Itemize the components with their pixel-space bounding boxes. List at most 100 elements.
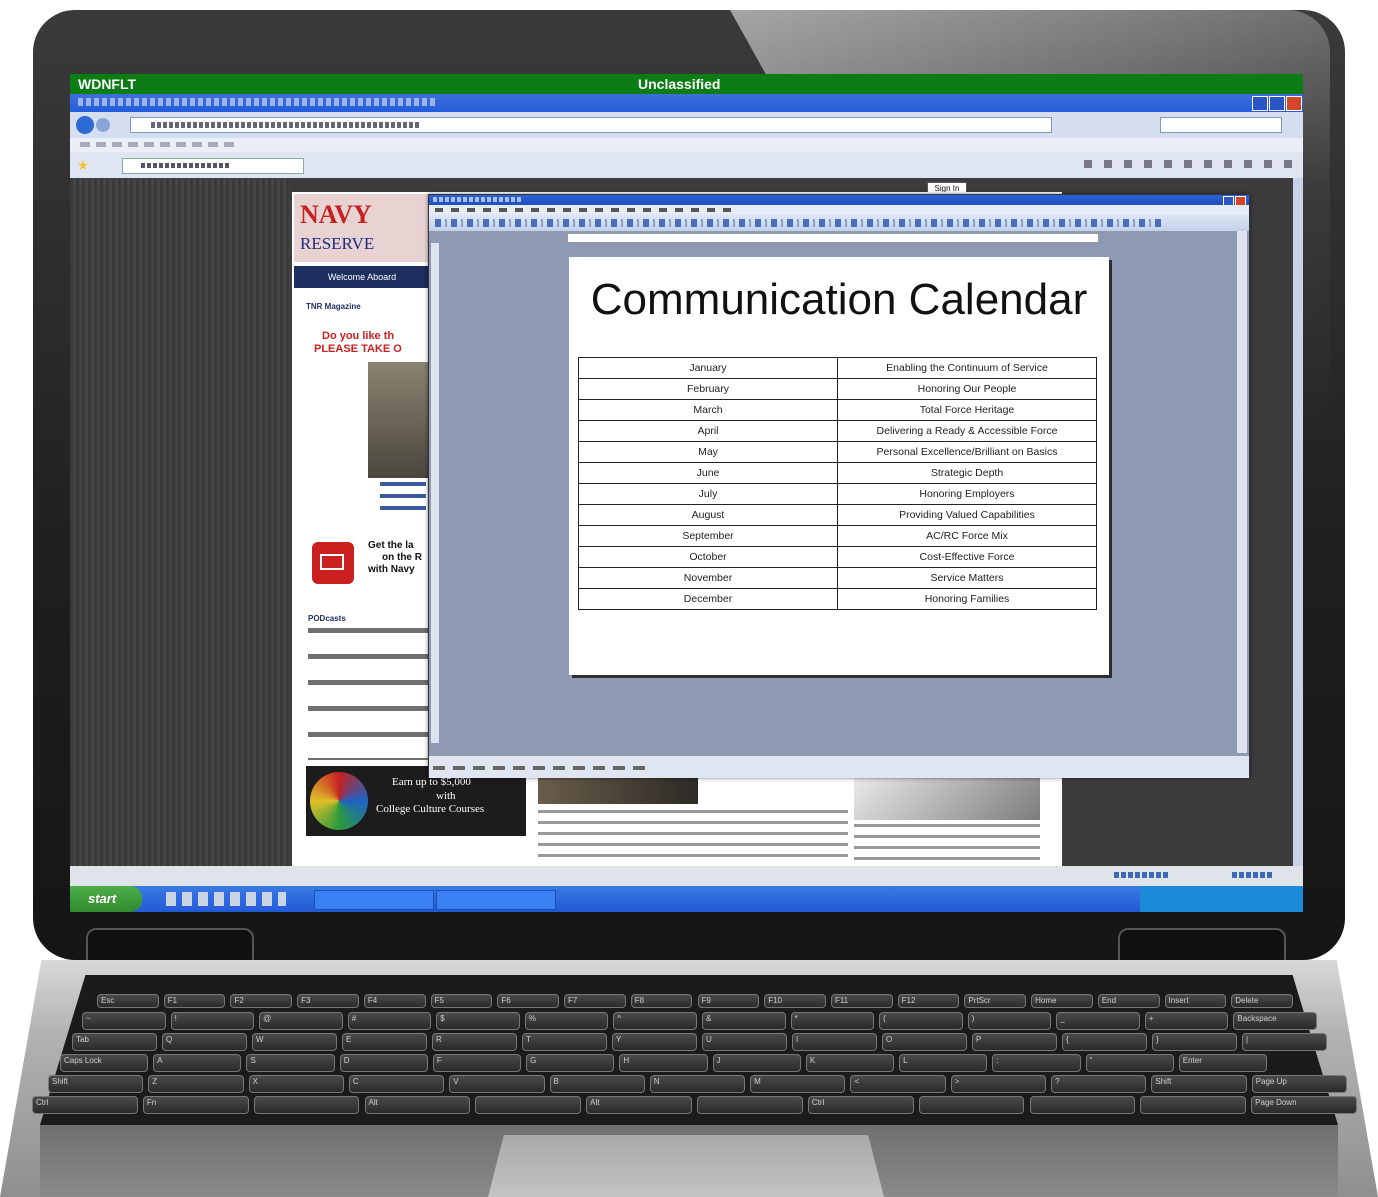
keyboard-key[interactable]: D [339,1054,428,1072]
keyboard-key[interactable]: Shift [1151,1075,1247,1093]
address-input[interactable] [130,117,1052,133]
taskbar-item-browser[interactable] [436,890,556,910]
keyboard-key[interactable]: F2 [230,994,293,1008]
keyboard-key[interactable]: F7 [564,994,626,1008]
minimize-button[interactable] [1252,96,1268,111]
maximize-button[interactable] [1269,96,1285,111]
keyboard-key[interactable]: Backspace [1233,1012,1317,1030]
keyboard-key[interactable]: ~ [82,1012,166,1030]
keyboard-key[interactable]: " [1085,1054,1174,1072]
keyboard-key[interactable]: F6 [497,994,560,1008]
start-button[interactable]: start [70,886,142,912]
keyboard-key[interactable] [253,1096,360,1114]
system-tray[interactable] [1140,886,1303,912]
favorites-star-icon[interactable] [78,160,88,170]
keyboard-key[interactable]: Caps Lock [60,1054,149,1072]
keyboard-key[interactable]: Delete [1231,994,1293,1008]
word-toolbar-buttons[interactable] [435,219,1165,227]
keyboard-key[interactable]: F4 [363,994,426,1008]
keyboard-key[interactable]: E [342,1033,427,1051]
keyboard-key[interactable]: Page Down [1251,1096,1357,1114]
keyboard-key[interactable]: Esc [97,994,159,1008]
keyboard-key[interactable]: Page Up [1251,1075,1347,1093]
keyboard-key[interactable]: Shift [48,1075,144,1093]
word-menu-items[interactable] [435,208,735,212]
word-toolbar[interactable] [429,215,1249,231]
keyboard-key[interactable]: Enter [1178,1054,1267,1072]
forward-icon[interactable] [96,118,110,132]
keyboard-key[interactable]: Fn [142,1096,249,1114]
keyboard-key[interactable]: Q [162,1033,247,1051]
keyboard-key[interactable]: ( [879,1012,963,1030]
keyboard-key[interactable]: R [432,1033,517,1051]
zoom-level[interactable] [1232,872,1272,878]
keyboard-key[interactable]: | [1242,1033,1327,1051]
keyboard-key[interactable]: F11 [830,994,893,1008]
keyboard-key[interactable]: Ctrl [807,1096,914,1114]
keyboard-key[interactable]: End [1097,994,1160,1008]
keyboard-key[interactable] [697,1096,803,1114]
news-photo-1[interactable] [538,778,698,804]
browser-scrollbar[interactable] [1293,178,1303,866]
podcast-list[interactable] [308,628,428,760]
keyboard-key[interactable]: F9 [697,994,760,1008]
magazine-cover-image[interactable] [368,362,428,478]
keyboard-key[interactable]: ! [170,1012,255,1030]
horizontal-ruler[interactable] [567,233,1099,243]
keyboard-key[interactable]: N [649,1075,746,1093]
keyboard-key[interactable]: } [1152,1033,1237,1051]
keyboard-key[interactable]: T [522,1033,607,1051]
keyboard-key[interactable] [475,1096,582,1114]
quick-launch[interactable] [166,892,286,906]
keyboard-key[interactable]: * [790,1012,875,1030]
keyboard-key[interactable]: { [1062,1033,1147,1051]
keyboard-key[interactable]: M [750,1075,846,1093]
keyboard-key[interactable]: Alt [364,1096,471,1114]
keyboard-key[interactable]: F3 [297,994,359,1008]
keyboard-key[interactable]: Y [612,1033,697,1051]
keyboard-key[interactable]: ) [967,1012,1052,1030]
close-button[interactable] [1286,96,1302,111]
navy-reserve-logo[interactable]: NAVY RESERVE [294,194,434,262]
keyboard-key[interactable]: F10 [764,994,826,1008]
word-scrollbar[interactable] [1237,231,1247,753]
keyboard-key[interactable]: I [792,1033,877,1051]
keyboard-key[interactable]: @ [259,1012,343,1030]
keyboard-key[interactable]: Insert [1164,994,1227,1008]
keyboard-key[interactable]: > [950,1075,1047,1093]
keyboard-key[interactable] [1140,1096,1247,1114]
keyboard-key[interactable]: U [702,1033,787,1051]
keyboard-key[interactable]: G [526,1054,615,1072]
keyboard-key[interactable]: O [882,1033,967,1051]
keyboard-key[interactable]: + [1144,1012,1229,1030]
mail-icon[interactable] [312,542,354,584]
vertical-ruler[interactable] [431,243,439,743]
keyboard-key[interactable]: P [972,1033,1057,1051]
news-photo-2[interactable] [854,778,1040,820]
browser-tab[interactable] [122,158,304,174]
keyboard-key[interactable]: Home [1031,994,1093,1008]
keyboard-key[interactable]: Z [148,1075,244,1093]
keyboard-key[interactable]: F [432,1054,522,1072]
keyboard-key[interactable]: S [246,1054,335,1072]
keyboard-key[interactable]: $ [436,1012,520,1030]
keyboard-key[interactable]: F5 [430,994,493,1008]
keyboard-key[interactable]: PrtScr [964,994,1027,1008]
magazine-links[interactable] [380,482,426,512]
keyboard-key[interactable]: K [805,1054,895,1072]
keyboard-key[interactable] [1029,1096,1136,1114]
command-bar[interactable] [1084,160,1294,168]
keyboard-key[interactable]: F12 [897,994,960,1008]
keyboard-key[interactable]: < [850,1075,946,1093]
keyboard-key[interactable]: F8 [630,994,693,1008]
keyboard-key[interactable]: % [524,1012,609,1030]
keyboard-key[interactable]: B [549,1075,645,1093]
keyboard-key[interactable]: Ctrl [32,1096,138,1114]
nav-welcome-aboard[interactable]: Welcome Aboard [294,266,430,288]
keyboard-key[interactable]: X [248,1075,344,1093]
word-menu-bar[interactable] [429,205,1249,215]
keyboard-key[interactable]: Alt [586,1096,692,1114]
keyboard-key[interactable]: C [348,1075,445,1093]
search-input[interactable] [1160,117,1282,133]
keyboard-key[interactable]: H [619,1054,708,1072]
